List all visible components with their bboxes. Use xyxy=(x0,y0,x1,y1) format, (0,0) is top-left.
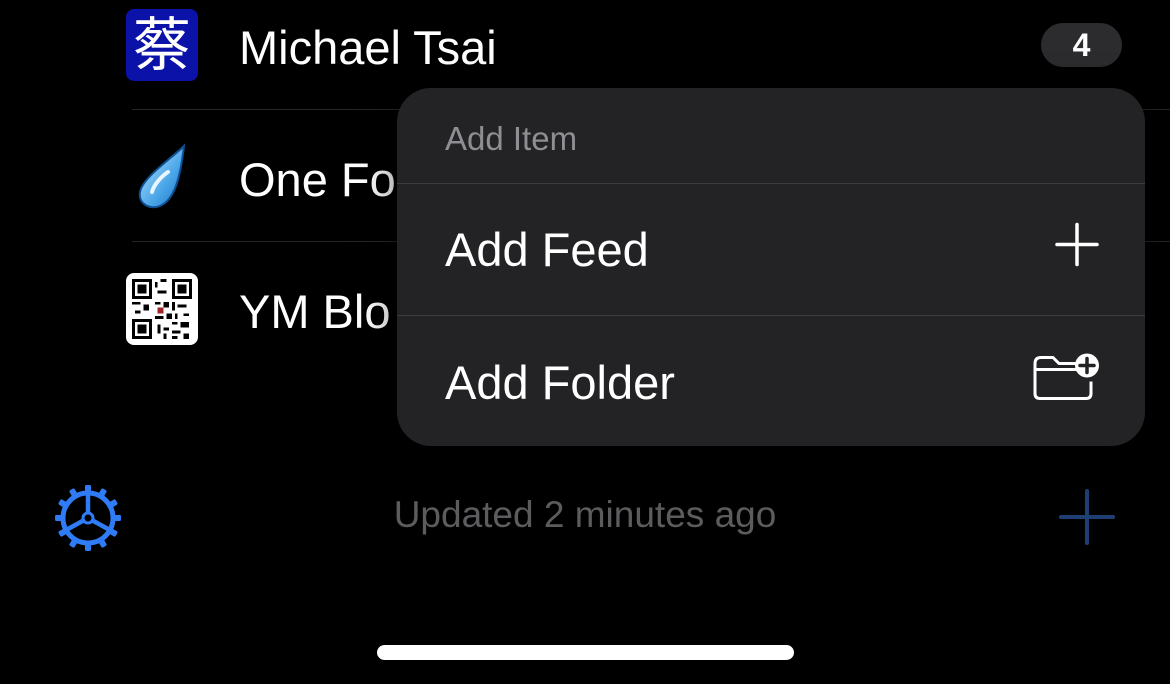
water-drop-icon xyxy=(132,140,204,212)
add-folder-menu-item[interactable]: Add Folder xyxy=(397,316,1145,446)
bottom-toolbar: Updated 2 minutes ago xyxy=(0,470,1170,566)
plus-icon xyxy=(1055,222,1099,277)
add-feed-menu-item[interactable]: Add Feed xyxy=(397,184,1145,316)
screen: 蔡 Michael Tsai 4 One Fo YM Blo Updated 2… xyxy=(0,0,1170,684)
kanji-cai-icon: 蔡 xyxy=(126,9,198,81)
feed-title: One Fo xyxy=(239,153,396,206)
menu-header: Add Item xyxy=(397,88,1145,184)
home-indicator[interactable] xyxy=(377,645,794,660)
unread-count-badge: 4 xyxy=(1041,23,1122,67)
last-updated-status: Updated 2 minutes ago xyxy=(393,494,777,535)
menu-item-label: Add Folder xyxy=(445,355,675,409)
feed-title: Michael Tsai xyxy=(239,21,497,74)
menu-item-label: Add Feed xyxy=(445,223,649,276)
plus-icon[interactable] xyxy=(1058,488,1116,546)
feed-title: YM Blo xyxy=(239,285,391,338)
qr-code-icon xyxy=(126,273,198,345)
folder-plus-icon xyxy=(1031,352,1101,413)
add-item-menu: Add Item Add Feed Add Folder xyxy=(397,88,1145,446)
